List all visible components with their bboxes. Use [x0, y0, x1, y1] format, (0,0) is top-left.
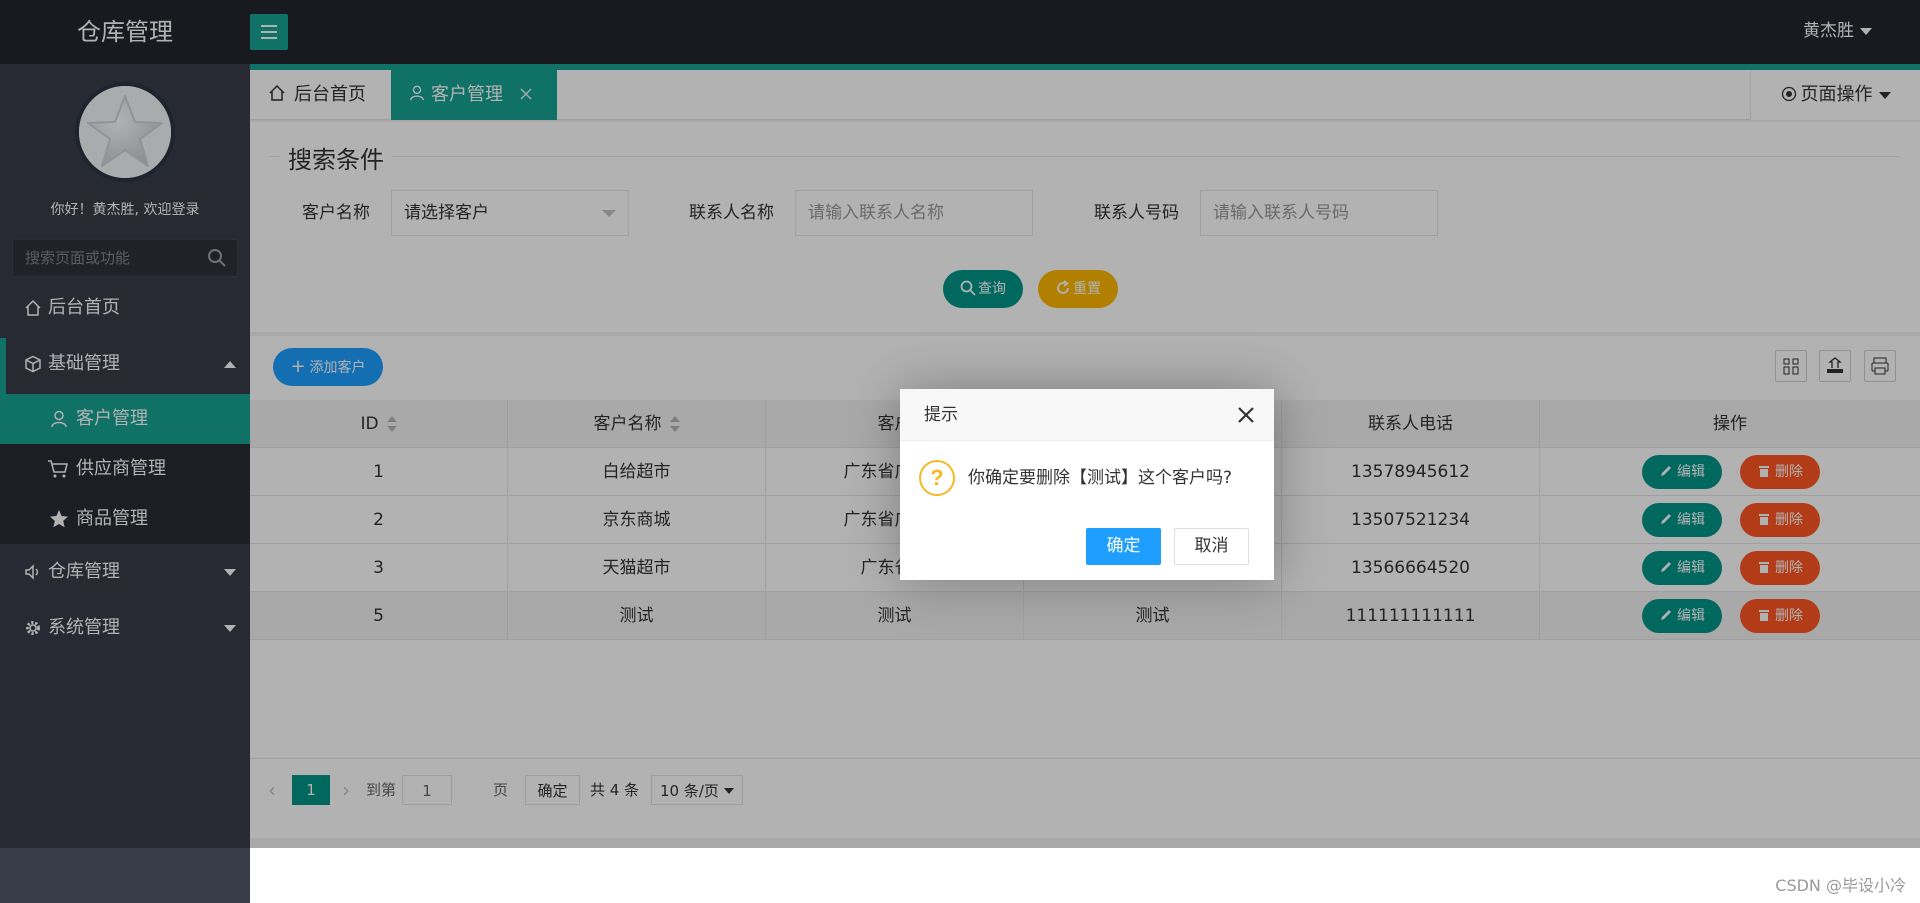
- dialog-ok-button[interactable]: 确定: [1086, 528, 1161, 565]
- dialog-message: 你确定要删除【测试】这个客户吗?: [968, 468, 1233, 488]
- dialog-title: 提示: [900, 389, 1274, 441]
- question-icon: ?: [919, 460, 955, 496]
- footer-area: [250, 848, 1920, 903]
- close-icon[interactable]: [1236, 405, 1256, 425]
- svg-text:?: ?: [930, 465, 943, 490]
- dialog-cancel-button[interactable]: 取消: [1174, 528, 1249, 565]
- confirm-dialog: 提示 ? 你确定要删除【测试】这个客户吗? 确定 取消: [900, 389, 1274, 580]
- dialog-title-text: 提示: [924, 405, 958, 425]
- watermark: CSDN @毕设小冷: [1775, 876, 1906, 895]
